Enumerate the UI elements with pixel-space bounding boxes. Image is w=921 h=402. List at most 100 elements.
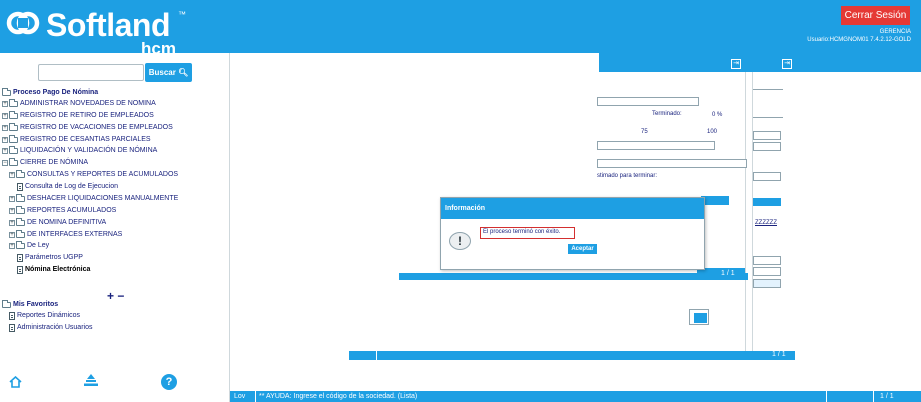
- status-separator: [255, 391, 256, 402]
- tree-item-label: REPORTES ACUMULADOS: [27, 207, 117, 214]
- expand-icon[interactable]: +: [9, 171, 15, 178]
- status-separator: [826, 391, 827, 402]
- tree-item-label: Nómina Electrónica: [25, 266, 91, 273]
- tree-item-label: REGISTRO DE RETIRO DE EMPLEADOS: [20, 112, 154, 119]
- favorite-reportes-dinamicos[interactable]: Reportes Dinámicos: [9, 310, 80, 321]
- expand-collapse-all[interactable]: + −: [107, 289, 124, 303]
- tree-item-ugpp[interactable]: Parámetros UGPP: [17, 252, 83, 263]
- help-icon[interactable]: ?: [161, 374, 177, 390]
- folder-icon: [16, 240, 25, 249]
- sidebar: Buscar 🔍︎ Proceso Pago De Nómina + ADMIN…: [0, 53, 230, 402]
- tree-item-liquidacion[interactable]: + LIQUIDACIÓN Y VALIDACIÓN DE NÓMINA: [2, 145, 157, 156]
- progress-mid-tick: 75: [641, 129, 648, 135]
- right-field-3[interactable]: [753, 172, 781, 181]
- status-bar: Lov ** AYUDA: Ingrese el código de la so…: [230, 391, 921, 402]
- status-page: 1 / 1: [880, 393, 894, 400]
- folder-icon: [16, 217, 25, 226]
- right-line: [753, 89, 783, 90]
- expand-icon[interactable]: +: [9, 195, 15, 202]
- tree-item-label: Consulta de Log de Ejecucion: [25, 183, 119, 190]
- document-icon: [17, 265, 23, 274]
- favorite-label: Reportes Dinámicos: [17, 312, 81, 319]
- panel-header-bar: [599, 53, 921, 72]
- tree-item-label: CONSULTAS Y REPORTES DE ACUMULADOS: [27, 171, 179, 178]
- tree-item-nomina-electronica[interactable]: Nómina Electrónica: [17, 264, 90, 275]
- favorites-root-label: Mis Favoritos: [13, 301, 59, 308]
- favorite-administracion-usuarios[interactable]: Administración Usuarios: [9, 322, 92, 333]
- pager-separator: [376, 351, 377, 360]
- tree-item-label: REGISTRO DE VACACIONES DE EMPLEADOS: [20, 124, 173, 131]
- right-field-4[interactable]: [753, 256, 781, 265]
- logo-mark-icon: [6, 11, 40, 35]
- search-icon: 🔍︎: [178, 68, 189, 77]
- tree-item-label: DE INTERFACES EXTERNAS: [27, 231, 123, 238]
- detail-field[interactable]: [597, 159, 747, 168]
- right-line-2: [753, 117, 783, 118]
- tree-item-label: DESHACER LIQUIDACIONES MANUALMENTE: [27, 195, 179, 202]
- pager-b-label: 1 / 1: [772, 351, 786, 358]
- export-icon[interactable]: ⇥: [731, 59, 741, 69]
- logout-button[interactable]: Cerrar Sesión: [841, 6, 910, 25]
- home-icon[interactable]: [9, 376, 22, 388]
- tree-item-de-ley[interactable]: + De Ley: [9, 240, 49, 251]
- tree-item-label: ADMINISTRAR NOVEDADES DE NOMINA: [20, 100, 156, 107]
- tree-item-label: LIQUIDACIÓN Y VALIDACIÓN DE NÓMINA: [20, 147, 158, 154]
- folder-icon: [9, 110, 18, 119]
- folder-icon: [16, 169, 25, 178]
- right-field-1[interactable]: [753, 131, 781, 140]
- search-input[interactable]: [38, 64, 144, 81]
- layers-icon[interactable]: [84, 374, 98, 387]
- right-blue-bar: [753, 198, 781, 206]
- folder-icon: [16, 229, 25, 238]
- tree-item-interfaces[interactable]: + DE INTERFACES EXTERNAS: [9, 229, 122, 240]
- right-field-6[interactable]: [753, 279, 781, 288]
- tree-item-cierre[interactable]: − CIERRE DE NÓMINA: [2, 157, 88, 168]
- favorites-root[interactable]: Mis Favoritos: [2, 299, 58, 310]
- tree-item-vacaciones[interactable]: + REGISTRO DE VACACIONES DE EMPLEADOS: [2, 122, 173, 133]
- document-icon: [9, 311, 15, 320]
- small-box-fill: [694, 313, 707, 323]
- right-field-2[interactable]: [753, 142, 781, 151]
- expand-icon[interactable]: +: [9, 242, 15, 249]
- export-icon-2[interactable]: ⇥: [782, 59, 792, 69]
- tree-item-label: CIERRE DE NÓMINA: [20, 159, 89, 166]
- expand-icon[interactable]: +: [2, 100, 8, 107]
- tree-item-reportes[interactable]: + REPORTES ACUMULADOS: [9, 205, 116, 216]
- process-field[interactable]: [597, 97, 699, 106]
- right-field-5[interactable]: [753, 267, 781, 276]
- folder-icon: [9, 98, 18, 107]
- estimado-label: stimado para terminar:: [597, 173, 658, 179]
- panel-divider: [745, 72, 753, 356]
- folder-icon: [9, 145, 18, 154]
- expand-icon[interactable]: +: [2, 136, 8, 143]
- tree-item-label: Parámetros UGPP: [25, 254, 83, 261]
- folder-open-icon: [9, 157, 18, 166]
- tree-root[interactable]: Proceso Pago De Nómina: [2, 87, 98, 98]
- expand-icon[interactable]: +: [2, 124, 8, 131]
- search-button[interactable]: Buscar 🔍︎: [145, 63, 192, 82]
- tree-item-administrar-novedades[interactable]: + ADMINISTRAR NOVEDADES DE NOMINA: [2, 98, 156, 109]
- folder-icon: [9, 122, 18, 131]
- tree-item-label: REGISTRO DE CESANTIAS PARCIALES: [20, 136, 151, 143]
- search-button-label: Buscar: [148, 68, 176, 77]
- tree-item-deshacer[interactable]: + DESHACER LIQUIDACIONES MANUALMENTE: [9, 193, 178, 204]
- expand-icon[interactable]: +: [2, 112, 8, 119]
- tree-item-consulta-log[interactable]: Consulta de Log de Ejecucion: [17, 181, 118, 192]
- expand-icon[interactable]: +: [2, 147, 8, 154]
- document-icon: [17, 253, 23, 262]
- tree-item-consultas[interactable]: + CONSULTAS Y REPORTES DE ACUMULADOS: [9, 169, 178, 180]
- expand-icon[interactable]: +: [9, 231, 15, 238]
- collapse-icon[interactable]: −: [2, 159, 8, 166]
- expand-icon[interactable]: +: [9, 219, 15, 226]
- small-blue-bar: [701, 196, 729, 205]
- terminado-value: 0 %: [712, 112, 723, 118]
- expand-icon[interactable]: +: [9, 207, 15, 214]
- accept-button[interactable]: Aceptar: [568, 244, 597, 254]
- tree-item-nomina-definitiva[interactable]: + DE NOMINA DEFINITIVA: [9, 217, 106, 228]
- info-dialog: Información ! El proceso terminó con éxi…: [440, 197, 705, 270]
- tree-item-cesantias[interactable]: + REGISTRO DE CESANTIAS PARCIALES: [2, 134, 151, 145]
- tree-item-retiro[interactable]: + REGISTRO DE RETIRO DE EMPLEADOS: [2, 110, 154, 121]
- header-bar: Softland ™ hcm Cerrar Sesión GERENCIA Us…: [0, 0, 921, 58]
- logo-trademark: ™: [178, 10, 186, 19]
- lov-label[interactable]: Lov: [234, 391, 245, 402]
